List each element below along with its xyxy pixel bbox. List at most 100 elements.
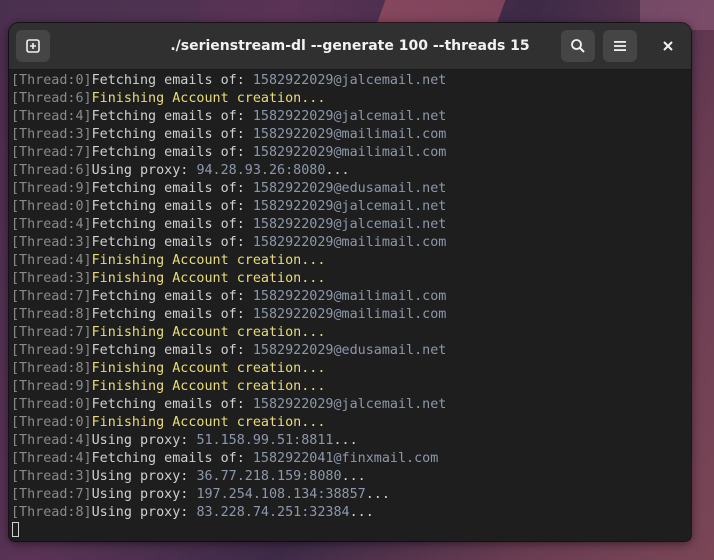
log-suffix: ... [333,433,358,448]
terminal-line: [Thread:4]Using proxy: 51.158.99.51:8811… [11,432,691,450]
terminal-line: [Thread:6]Finishing Account creation... [11,90,691,108]
log-message: Finishing Account creation... [91,415,326,430]
close-button[interactable] [651,30,685,62]
thread-tag: [Thread:3] [11,271,92,286]
log-value: 83.228.74.251:32384 [196,505,350,520]
thread-tag: [Thread:9] [11,181,92,196]
thread-tag: [Thread:4] [11,109,92,124]
log-value: 36.77.218.159:8080 [196,469,342,484]
log-message: Fetching emails of: [91,289,253,304]
log-value: 1582922029@edusamail.net [252,343,447,358]
log-message: Fetching emails of: [91,109,253,124]
log-message: Finishing Account creation... [91,271,326,286]
terminal-line: [Thread:9]Fetching emails of: 1582922029… [11,342,691,360]
thread-tag: [Thread:3] [11,127,92,142]
log-message: Using proxy: [91,163,197,178]
log-value: 1582922029@jalcemail.net [252,217,447,232]
window-titlebar[interactable]: ./serienstream-dl --generate 100 --threa… [9,23,691,70]
log-message: Fetching emails of: [91,451,253,466]
terminal-output[interactable]: [Thread:0]Fetching emails of: 1582922029… [9,70,691,541]
log-message: Fetching emails of: [91,181,253,196]
log-message: Using proxy: [91,505,197,520]
thread-tag: [Thread:4] [11,253,92,268]
menu-button[interactable] [603,30,637,62]
log-message: Fetching emails of: [91,127,253,142]
search-icon [571,39,585,53]
terminal-line: [Thread:4]Fetching emails of: 1582922029… [11,108,691,126]
terminal-window: ./serienstream-dl --generate 100 --threa… [9,23,691,541]
prompt-line[interactable] [11,522,691,540]
log-message: Using proxy: [91,433,197,448]
thread-tag: [Thread:0] [11,199,92,214]
thread-tag: [Thread:8] [11,361,92,376]
close-icon [663,41,673,51]
log-message: Using proxy: [91,469,197,484]
log-suffix: ... [325,163,350,178]
log-message: Finishing Account creation... [91,379,326,394]
thread-tag: [Thread:7] [11,487,92,502]
log-message: Fetching emails of: [91,199,253,214]
log-value: 197.254.108.134:38857 [196,487,366,502]
terminal-line: [Thread:3]Using proxy: 36.77.218.159:808… [11,468,691,486]
thread-tag: [Thread:7] [11,145,92,160]
log-suffix: ... [365,487,390,502]
log-value: 51.158.99.51:8811 [196,433,334,448]
terminal-line: [Thread:6]Using proxy: 94.28.93.26:8080.… [11,162,691,180]
log-message: Fetching emails of: [91,343,253,358]
new-tab-button[interactable] [16,30,50,62]
terminal-line: [Thread:7]Finishing Account creation... [11,324,691,342]
log-message: Finishing Account creation... [91,91,326,106]
log-message: Finishing Account creation... [91,361,326,376]
terminal-line: [Thread:9]Fetching emails of: 1582922029… [11,180,691,198]
thread-tag: [Thread:9] [11,343,92,358]
log-suffix: ... [341,469,366,484]
terminal-line: [Thread:0]Fetching emails of: 1582922029… [11,72,691,90]
thread-tag: [Thread:7] [11,325,92,340]
log-value: 1582922029@mailimail.com [252,235,447,250]
terminal-line: [Thread:9]Finishing Account creation... [11,378,691,396]
log-value: 94.28.93.26:8080 [196,163,326,178]
log-value: 1582922041@finxmail.com [252,451,439,466]
log-value: 1582922029@jalcemail.net [252,397,447,412]
search-button[interactable] [561,30,595,62]
log-value: 1582922029@edusamail.net [252,181,447,196]
thread-tag: [Thread:8] [11,307,92,322]
terminal-line: [Thread:8]Fetching emails of: 1582922029… [11,306,691,324]
log-message: Fetching emails of: [91,235,253,250]
terminal-line: [Thread:7]Using proxy: 197.254.108.134:3… [11,486,691,504]
terminal-line: [Thread:7]Fetching emails of: 1582922029… [11,288,691,306]
log-message: Finishing Account creation... [91,325,326,340]
log-message: Fetching emails of: [91,217,253,232]
terminal-line: [Thread:7]Fetching emails of: 1582922029… [11,144,691,162]
thread-tag: [Thread:3] [11,469,92,484]
log-value: 1582922029@jalcemail.net [252,73,447,88]
log-value: 1582922029@mailimail.com [252,307,447,322]
thread-tag: [Thread:3] [11,235,92,250]
log-message: Fetching emails of: [91,73,253,88]
terminal-line: [Thread:3]Fetching emails of: 1582922029… [11,126,691,144]
terminal-line: [Thread:0]Fetching emails of: 1582922029… [11,198,691,216]
thread-tag: [Thread:4] [11,433,92,448]
log-value: 1582922029@mailimail.com [252,145,447,160]
terminal-line: [Thread:0]Fetching emails of: 1582922029… [11,396,691,414]
log-message: Finishing Account creation... [91,253,326,268]
thread-tag: [Thread:0] [11,73,92,88]
terminal-line: [Thread:8]Finishing Account creation... [11,360,691,378]
hamburger-menu-icon [614,41,626,51]
terminal-line: [Thread:4]Finishing Account creation... [11,252,691,270]
log-value: 1582922029@jalcemail.net [252,109,447,124]
log-message: Fetching emails of: [91,145,253,160]
log-value: 1582922029@mailimail.com [252,127,447,142]
log-message: Using proxy: [91,487,197,502]
log-value: 1582922029@mailimail.com [252,289,447,304]
terminal-line: [Thread:0]Finishing Account creation... [11,414,691,432]
thread-tag: [Thread:4] [11,451,92,466]
terminal-line: [Thread:8]Using proxy: 83.228.74.251:323… [11,504,691,522]
thread-tag: [Thread:7] [11,289,92,304]
thread-tag: [Thread:6] [11,91,92,106]
thread-tag: [Thread:9] [11,379,92,394]
thread-tag: [Thread:8] [11,505,92,520]
thread-tag: [Thread:6] [11,163,92,178]
thread-tag: [Thread:0] [11,397,92,412]
terminal-line: [Thread:3]Fetching emails of: 1582922029… [11,234,691,252]
